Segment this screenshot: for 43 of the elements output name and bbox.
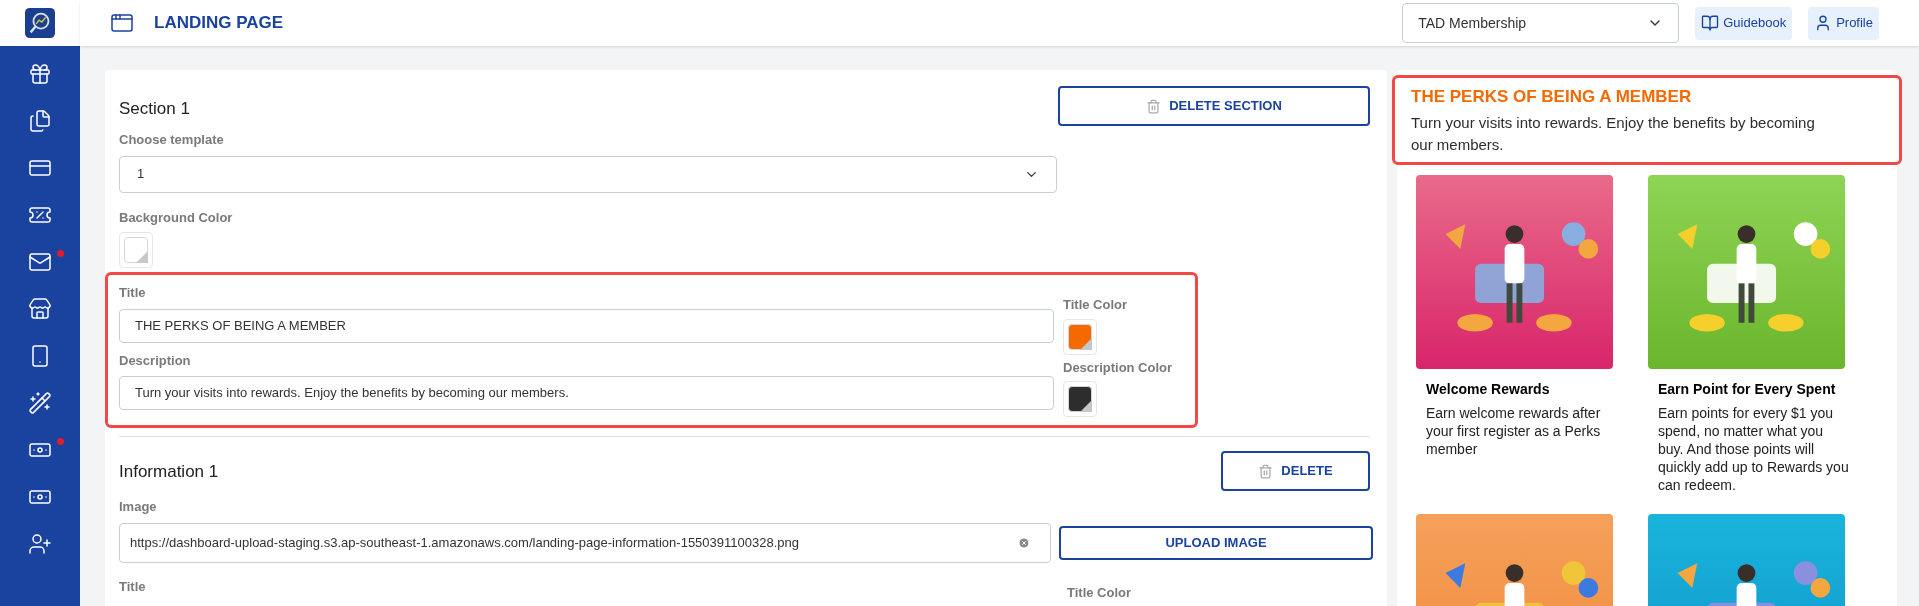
card-description: Earn points for every $1 you spend, no matter what you buy. And those points will quickly add up to Rewards you can redeem. [1657, 403, 1850, 494]
page-title: LANDING PAGE [154, 12, 284, 35]
logo-icon[interactable] [25, 8, 55, 38]
trash-icon [1258, 463, 1274, 479]
magic-wand-icon[interactable] [28, 391, 52, 415]
profile-button[interactable]: Profile [1808, 6, 1879, 40]
guidebook-button[interactable]: Guidebook [1695, 6, 1793, 40]
field-label: Image [119, 498, 158, 516]
files-icon[interactable] [28, 109, 52, 133]
section-heading: Information 1 [119, 461, 219, 483]
book-icon [1701, 14, 1720, 32]
field-label: Description [119, 351, 192, 370]
description-field[interactable]: Turn your visits into rewards. Enjoy the benefits by becoming our members. [119, 376, 1054, 410]
field-label: Title Color [1067, 583, 1132, 602]
section-heading: Section 1 [119, 98, 190, 120]
card-title: Earn Point for Every Spent [1657, 379, 1837, 399]
preview-description: Turn your visits into rewards. Enjoy the benefits by becoming our members. [1411, 112, 1816, 155]
card-title: Welcome Rewards [1425, 379, 1551, 399]
background-color-swatch[interactable] [119, 232, 153, 268]
template-select[interactable]: 1 [119, 155, 1057, 193]
image-url-field[interactable]: https://dashboard-upload-staging.s3.ap-southeast-1.amazonaws.com/landing-page-information-1550391100328.png [119, 522, 1052, 563]
field-label: Description Color [1063, 358, 1173, 377]
field-label: Choose template [119, 131, 225, 149]
field-label: Title [119, 284, 147, 302]
description-color-swatch[interactable] [1063, 381, 1097, 417]
upload-image-button[interactable]: UPLOAD IMAGE [1059, 525, 1373, 560]
membership-select[interactable]: TAD Membership [1402, 3, 1680, 43]
delete-button[interactable]: DELETE [1221, 451, 1370, 491]
preview-title: THE PERKS OF BEING A MEMBER [1411, 86, 1693, 108]
title-color-swatch[interactable] [1063, 318, 1097, 355]
field-label: Background Color [119, 208, 234, 227]
clear-icon[interactable] [1018, 536, 1031, 549]
browser-window-icon [110, 11, 134, 35]
field-label: Title Color [1063, 296, 1129, 314]
store-icon[interactable] [28, 297, 52, 321]
delete-section-button[interactable]: DELETE SECTION [1058, 86, 1370, 126]
trash-icon [1146, 98, 1162, 114]
mail-icon[interactable] [28, 250, 52, 274]
card-description: Earn welcome rewards after your first register as a Perks member [1425, 403, 1602, 458]
title-field[interactable]: THE PERKS OF BEING A MEMBER [119, 308, 1054, 343]
user-plus-icon[interactable] [28, 532, 52, 556]
field-label: Title [119, 577, 147, 596]
gift-icon[interactable] [28, 62, 52, 86]
